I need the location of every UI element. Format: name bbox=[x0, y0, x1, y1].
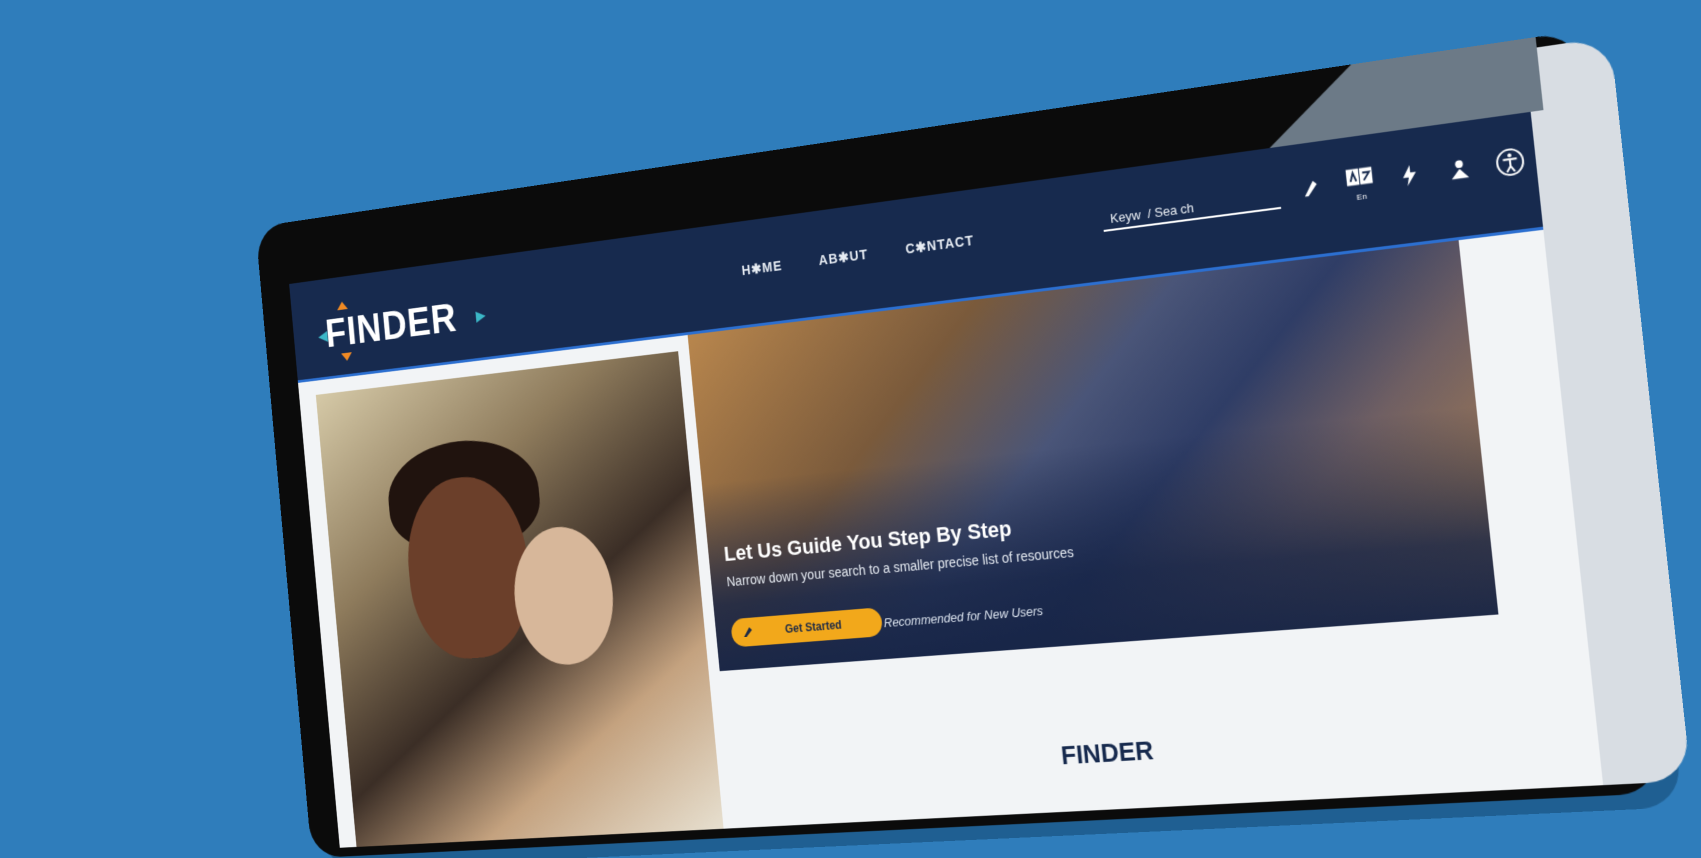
logo-arrow-right-icon: ▶ bbox=[475, 307, 487, 325]
search-field[interactable] bbox=[1101, 185, 1282, 232]
header-icon-group: En bbox=[1295, 140, 1527, 209]
accessibility-icon[interactable] bbox=[1494, 146, 1527, 179]
website-screen: ◀ ▶ FINDER H✱ME AB✱UT C✱NTACT Keyw / Sea… bbox=[289, 111, 1604, 848]
language-label: En bbox=[1356, 191, 1368, 203]
monitor: ◀ ▶ FINDER H✱ME AB✱UT C✱NTACT Keyw / Sea… bbox=[255, 30, 1692, 858]
main-nav: H✱ME AB✱UT C✱NTACT bbox=[741, 232, 975, 279]
pen-icon[interactable] bbox=[1296, 172, 1327, 204]
students-photo bbox=[315, 351, 725, 848]
get-started-label: Get Started bbox=[784, 618, 843, 636]
scene: ◀ ▶ FINDER H✱ME AB✱UT C✱NTACT Keyw / Sea… bbox=[0, 0, 1701, 858]
language-switcher[interactable]: En bbox=[1344, 161, 1377, 204]
user-icon[interactable] bbox=[1443, 152, 1475, 185]
language-icon bbox=[1344, 161, 1376, 193]
section-heading: FINDER bbox=[1059, 735, 1155, 771]
search-input[interactable] bbox=[1107, 189, 1269, 228]
nav-contact[interactable]: C✱NTACT bbox=[905, 232, 975, 257]
nav-home[interactable]: H✱ME bbox=[741, 258, 783, 279]
pencil-icon bbox=[743, 627, 753, 638]
bolt-icon[interactable] bbox=[1394, 159, 1426, 192]
nav-about[interactable]: AB✱UT bbox=[818, 246, 869, 269]
